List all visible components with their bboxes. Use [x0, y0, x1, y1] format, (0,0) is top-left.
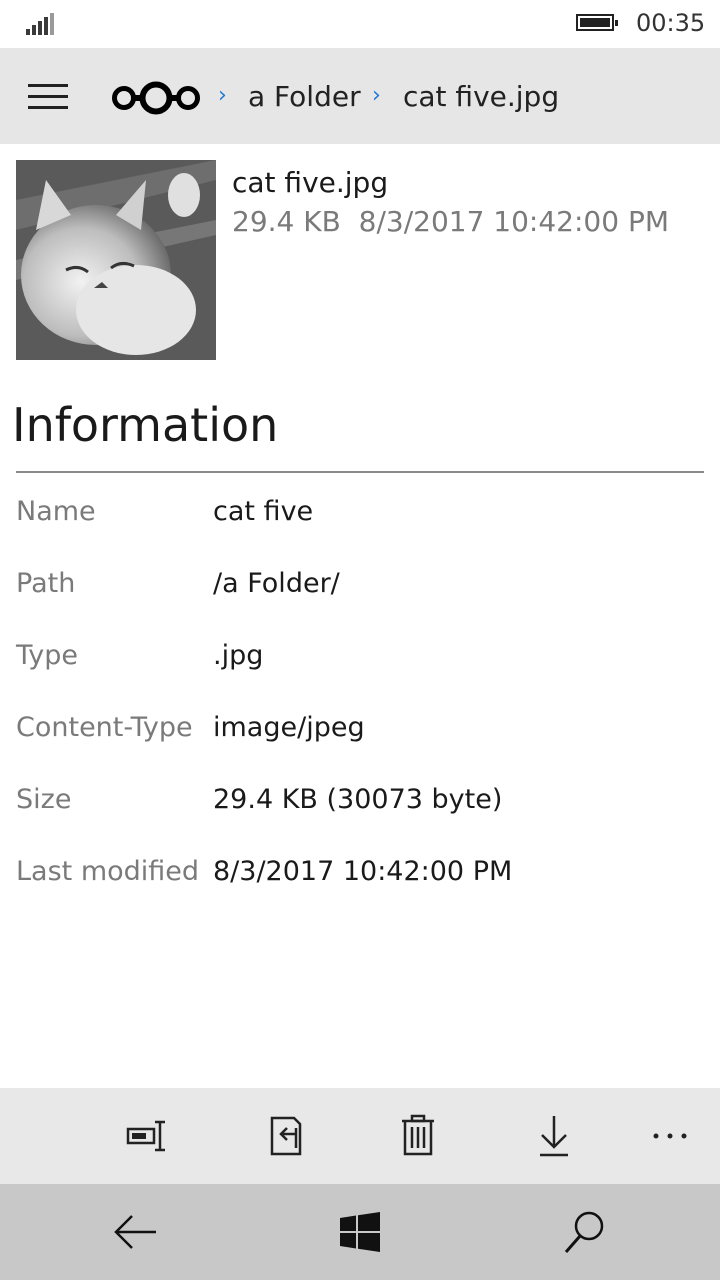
- back-button[interactable]: [110, 1206, 162, 1258]
- info-value: cat five: [213, 496, 314, 527]
- breadcrumb-item-folder[interactable]: a Folder: [248, 80, 361, 113]
- info-row-path: Path /a Folder/: [0, 568, 720, 608]
- download-icon: [540, 1116, 568, 1157]
- info-row-last-modified: Last modified 8/3/2017 10:42:00 PM: [0, 856, 720, 896]
- start-button[interactable]: [334, 1206, 386, 1258]
- info-value: .jpg: [213, 640, 264, 671]
- file-size: 29.4 KB: [232, 205, 341, 238]
- info-row-content-type: Content-Type image/jpeg: [0, 712, 720, 752]
- info-label: Content-Type: [16, 712, 193, 743]
- windows-logo-icon: [340, 1212, 380, 1252]
- back-arrow-icon: [114, 1215, 156, 1249]
- more-button[interactable]: [646, 1112, 694, 1160]
- status-bar: 00:35: [0, 0, 720, 48]
- file-size-and-date: 29.4 KB 8/3/2017 10:42:00 PM: [232, 205, 669, 238]
- move-button[interactable]: [262, 1112, 310, 1160]
- battery-icon: [576, 14, 618, 31]
- info-row-type: Type .jpg: [0, 640, 720, 680]
- file-name: cat five.jpg: [232, 166, 389, 199]
- signal-strength-icon: [26, 13, 56, 35]
- breadcrumb-item-file[interactable]: cat five.jpg: [403, 80, 559, 113]
- breadcrumb-chevron-icon: ›: [372, 83, 381, 108]
- info-value: image/jpeg: [213, 712, 365, 743]
- rename-button[interactable]: [124, 1112, 172, 1160]
- rename-icon: [126, 1120, 165, 1152]
- section-title: Information: [12, 398, 279, 452]
- divider: [16, 471, 704, 473]
- more-icon: [653, 1133, 687, 1139]
- hamburger-menu-icon[interactable]: [28, 84, 68, 110]
- info-label: Path: [16, 568, 76, 599]
- command-bar: [0, 1088, 720, 1184]
- status-time: 00:35: [636, 9, 706, 37]
- search-button[interactable]: [558, 1206, 610, 1258]
- move-icon: [270, 1116, 302, 1156]
- breadcrumb-chevron-icon: ›: [218, 83, 227, 108]
- info-row-size: Size 29.4 KB (30073 byte): [0, 784, 720, 824]
- delete-icon: [402, 1114, 434, 1156]
- nextcloud-logo-icon[interactable]: [110, 78, 202, 118]
- delete-button[interactable]: [394, 1112, 442, 1160]
- info-label: Last modified: [16, 856, 200, 887]
- info-value: 29.4 KB (30073 byte): [213, 784, 503, 815]
- file-modified-date: 8/3/2017 10:42:00 PM: [358, 205, 669, 238]
- info-label: Size: [16, 784, 72, 815]
- info-value: 8/3/2017 10:42:00 PM: [213, 856, 513, 887]
- search-icon: [564, 1211, 604, 1253]
- info-label: Type: [16, 640, 79, 671]
- file-thumbnail-image: [16, 160, 216, 360]
- info-row-name: Name cat five: [0, 496, 720, 536]
- info-value: /a Folder/: [213, 568, 340, 599]
- download-button[interactable]: [530, 1112, 578, 1160]
- info-label: Name: [16, 496, 96, 527]
